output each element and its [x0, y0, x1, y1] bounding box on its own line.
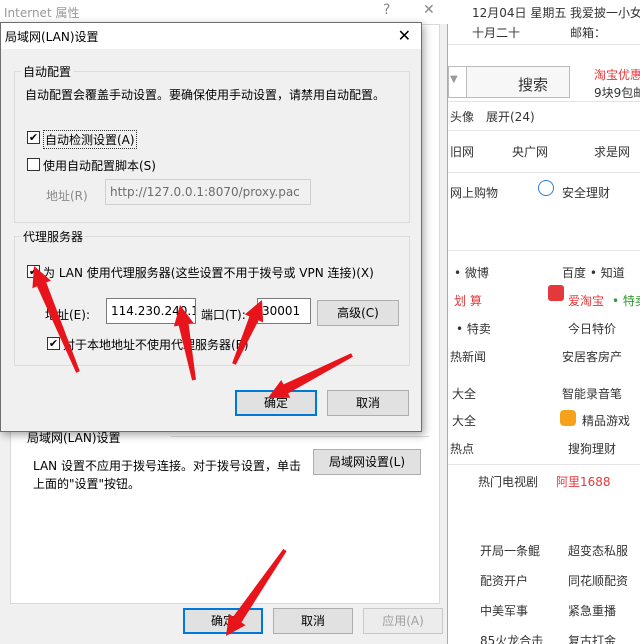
background-browser-page: ▼ 12月04日 星期五 我爱披一小女十月二十 邮箱： 搜索 淘宝优惠 9块9包邮头像 展开… — [448, 0, 640, 644]
background-link[interactable]: 头像 — [450, 108, 474, 125]
background-link[interactable]: 开局一条鲲 — [480, 542, 540, 559]
background-link[interactable]: 中美军事 — [480, 602, 528, 619]
close-icon[interactable]: ✕ — [423, 2, 435, 18]
auto-config-group-label: 自动配置 — [21, 63, 74, 80]
lan-cancel-button[interactable]: 取消 — [327, 390, 409, 416]
background-link[interactable]: 精品游戏 — [582, 412, 630, 429]
lan-settings-button[interactable]: 局域网设置(L) — [313, 449, 421, 475]
background-link[interactable]: • 特卖 — [612, 292, 640, 309]
background-link[interactable]: 同花顺配资 — [568, 572, 628, 589]
bypass-local-label[interactable]: 对于本地地址不使用代理服务器(B) — [63, 336, 249, 353]
background-link[interactable]: 12月04日 星期五 — [472, 4, 566, 21]
proxy-port-label: 端口(T): — [201, 308, 246, 322]
lan-dialog-titlebar: 局域网(LAN)设置 ✕ — [1, 23, 421, 49]
divider — [171, 436, 429, 437]
background-link[interactable]: 大全 — [452, 412, 476, 429]
background-link[interactable]: 展开(24) — [486, 108, 535, 125]
background-link[interactable]: 百度 • 知道 — [562, 264, 625, 281]
background-link[interactable]: 热门电视剧 — [478, 473, 538, 490]
bypass-local-checkbox[interactable]: ✔ — [47, 337, 60, 350]
background-link[interactable]: 今日特价 — [568, 320, 616, 337]
apply-button[interactable]: 应用(A) — [363, 608, 443, 634]
background-link[interactable]: 超变态私服 — [568, 542, 628, 559]
cancel-button[interactable]: 取消 — [273, 608, 353, 634]
script-address-label: 地址(R) — [46, 189, 88, 203]
background-link[interactable]: 安全理财 — [562, 184, 610, 201]
background-link[interactable]: 热新闻 — [450, 348, 486, 365]
background-link[interactable]: 求是网 — [594, 143, 630, 160]
script-address-input[interactable]: http://127.0.0.1:8070/proxy.pac — [105, 179, 311, 205]
taobao-icon — [548, 285, 564, 301]
background-link[interactable]: 9块9包邮 — [594, 84, 640, 101]
auto-detect-checkbox[interactable]: ✔ — [27, 131, 40, 144]
background-link[interactable]: 安居客房产 — [562, 348, 622, 365]
ok-button[interactable]: 确定 — [183, 608, 263, 634]
background-link[interactable]: 复古打金 — [568, 632, 616, 644]
background-link[interactable]: 大全 — [452, 385, 476, 402]
close-icon[interactable]: ✕ — [398, 26, 411, 45]
background-link[interactable]: 划 算 — [454, 292, 482, 309]
use-proxy-label[interactable]: 为 LAN 使用代理服务器(这些设置不用于拨号或 VPN 连接)(X) — [43, 264, 374, 281]
proxy-address-input[interactable]: 114.230.240.11 — [106, 298, 196, 324]
lan-info-text: LAN 设置不应用于拨号连接。对于拨号设置，单击 — [33, 459, 301, 473]
background-link[interactable]: 央广网 — [512, 143, 548, 160]
proxy-group-label: 代理服务器 — [21, 228, 86, 245]
lan-ok-button[interactable]: 确定 — [235, 390, 317, 416]
dialog-title: 局域网(LAN)设置 — [5, 30, 99, 44]
background-link[interactable]: 紧急重播 — [568, 602, 616, 619]
lan-info-text-2: 上面的"设置"按钮。 — [33, 477, 141, 491]
proxy-address-label: 地址(E): — [45, 308, 90, 322]
game-icon — [560, 410, 576, 426]
lan-settings-dialog: 局域网(LAN)设置 ✕ 自动配置 自动配置会覆盖手动设置。要确保使用手动设置，… — [0, 22, 422, 432]
background-link[interactable]: 十月二十 — [472, 24, 520, 41]
window-title: Internet 属性 — [4, 6, 80, 20]
auto-config-description: 自动配置会覆盖手动设置。要确保使用手动设置，请禁用自动配置。 — [25, 88, 386, 102]
background-link[interactable]: 热点 — [450, 440, 474, 457]
use-script-checkbox[interactable] — [27, 158, 40, 171]
background-link[interactable]: 阿里1688 — [556, 473, 611, 490]
background-link[interactable]: • 微博 — [454, 264, 489, 281]
chevron-down-icon: ▼ — [450, 74, 458, 85]
background-link[interactable]: 邮箱： — [570, 24, 606, 41]
background-link[interactable]: 智能录音笔 — [562, 385, 622, 402]
background-link[interactable]: 85火龙合击 — [480, 632, 543, 644]
auto-detect-label[interactable]: 自动检测设置(A) — [43, 130, 137, 149]
background-link[interactable]: 旧网 — [450, 143, 474, 160]
internet-properties-titlebar: Internet 属性 ? ✕ — [0, 0, 448, 24]
background-link[interactable]: • 特卖 — [456, 320, 491, 337]
background-link[interactable]: 搜狗理财 — [568, 440, 616, 457]
advanced-button[interactable]: 高级(C) — [317, 300, 399, 326]
background-link[interactable]: 网上购物 — [450, 184, 498, 201]
background-link[interactable]: 爱淘宝 — [568, 292, 604, 309]
use-proxy-checkbox[interactable]: ✔ — [27, 265, 40, 278]
proxy-port-input[interactable]: 30001 — [257, 298, 311, 324]
yen-icon — [538, 180, 554, 196]
background-link[interactable]: 配资开户 — [480, 572, 528, 589]
use-script-label[interactable]: 使用自动配置脚本(S) — [43, 157, 156, 174]
background-link[interactable]: 我爱披一小女 — [570, 4, 640, 21]
background-link[interactable]: 搜索 — [518, 74, 548, 95]
help-icon[interactable]: ? — [383, 2, 390, 18]
background-link[interactable]: 淘宝优惠 — [594, 66, 640, 83]
